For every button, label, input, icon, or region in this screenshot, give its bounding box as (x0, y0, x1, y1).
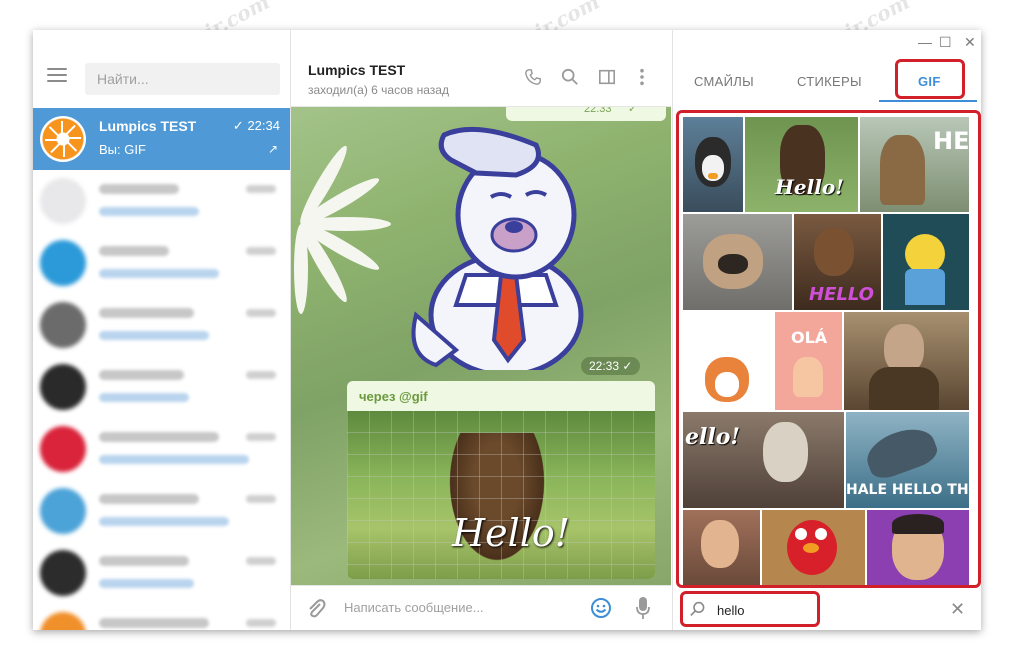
microphone-icon[interactable] (636, 596, 650, 620)
chat-item-lumpics-test[interactable]: Lumpics TEST ✓ 22:34 Вы: GIF ↗ (33, 108, 290, 170)
gif-tile[interactable] (683, 312, 773, 410)
gif-tile[interactable]: Hello! (745, 117, 858, 212)
gif-message[interactable]: через @gif Hello! (347, 381, 655, 579)
avatar (40, 488, 86, 534)
gif-tile[interactable] (762, 510, 865, 585)
chat-area: Lumpics TEST заходил(а) 6 часов назад 22… (291, 30, 671, 630)
minimize-icon[interactable]: — (918, 34, 932, 50)
emoji-icon[interactable] (590, 597, 612, 619)
emoji-gif-panel: — ☐ ✕ СМАЙЛЫ СТИКЕРЫ GIF Hello! HEY (672, 30, 981, 630)
tab-emoji[interactable]: СМАЙЛЫ (694, 74, 754, 89)
search-input[interactable]: Найти... (85, 63, 280, 95)
close-icon[interactable]: ✕ (964, 34, 976, 51)
attach-icon[interactable] (306, 598, 326, 620)
chat-messages: 22:33 ✓ 22:33 ✓ через @gif Hello! (291, 107, 671, 585)
chat-item[interactable] (33, 480, 290, 542)
gif-tile[interactable] (683, 117, 743, 212)
polar-bear-sticker[interactable] (396, 125, 606, 370)
gif-tile[interactable]: ello! (683, 412, 844, 508)
highlight-gif-tab (895, 59, 965, 99)
gif-tile[interactable]: OLÁ (775, 312, 842, 410)
chat-item[interactable] (33, 542, 290, 604)
chat-list-header: Найти... (33, 30, 290, 108)
previous-message: 22:33 ✓ (506, 107, 666, 121)
chat-status: заходил(а) 6 часов назад (308, 83, 449, 97)
avatar (40, 302, 86, 348)
gif-tile[interactable] (683, 510, 760, 585)
maximize-icon[interactable]: ☐ (939, 34, 952, 51)
gif-search: hello ✕ (673, 591, 981, 630)
via-bot-label: через @gif (359, 389, 428, 404)
gif-tile[interactable] (883, 214, 969, 310)
avatar (40, 240, 86, 286)
active-tab-indicator (879, 100, 977, 102)
search-icon (690, 601, 705, 616)
avatar (40, 612, 86, 630)
gif-tile[interactable] (867, 510, 969, 585)
avatar (40, 178, 86, 224)
phone-icon[interactable] (524, 68, 542, 86)
chat-item[interactable] (33, 294, 290, 356)
tab-stickers[interactable]: СТИКЕРЫ (797, 74, 862, 89)
gif-tile[interactable] (683, 214, 792, 310)
avatar (40, 116, 86, 162)
gif-tile[interactable] (844, 312, 969, 410)
menu-icon[interactable] (47, 68, 67, 82)
chat-title: Lumpics TEST (308, 62, 406, 78)
chat-item[interactable] (33, 418, 290, 480)
avatar (40, 364, 86, 410)
read-check-icon: ✓ (232, 118, 244, 133)
chat-time: ✓ 22:34 (232, 118, 280, 133)
chat-item[interactable] (33, 356, 290, 418)
search-icon[interactable] (561, 68, 579, 86)
message-input[interactable]: Написать сообщение... (344, 600, 484, 615)
avatar (40, 426, 86, 472)
chat-last-message: Вы: GIF (99, 142, 146, 157)
sticker-time: 22:33 ✓ (581, 357, 641, 375)
gif-search-input[interactable]: hello (717, 603, 744, 618)
pin-icon: ↗ (267, 142, 278, 156)
chat-item[interactable] (33, 604, 290, 630)
message-composer: Написать сообщение... (291, 585, 671, 630)
gif-tile[interactable]: HELLO (794, 214, 881, 310)
telegram-window: Найти... Lumpics TEST ✓ 22:34 Вы: GIF ↗ … (33, 30, 981, 630)
gif-caption: Hello! (452, 511, 571, 555)
avatar (40, 550, 86, 596)
gif-tile[interactable]: HALE HELLO THE (846, 412, 969, 508)
chat-item[interactable] (33, 170, 290, 232)
chat-item[interactable] (33, 232, 290, 294)
chat-name: Lumpics TEST (99, 118, 197, 134)
gif-results-grid: Hello! HEY HELLO OLÁ (683, 117, 969, 585)
more-vert-icon[interactable] (638, 68, 646, 86)
chat-header: Lumpics TEST заходил(а) 6 часов назад (291, 30, 671, 107)
sidebar-toggle-icon[interactable] (598, 68, 616, 86)
clear-search-icon[interactable]: ✕ (950, 599, 965, 620)
gif-tile[interactable]: HEY (860, 117, 969, 212)
gif-preview[interactable]: Hello! (347, 411, 655, 579)
chat-list-panel: Найти... Lumpics TEST ✓ 22:34 Вы: GIF ↗ (33, 30, 291, 630)
